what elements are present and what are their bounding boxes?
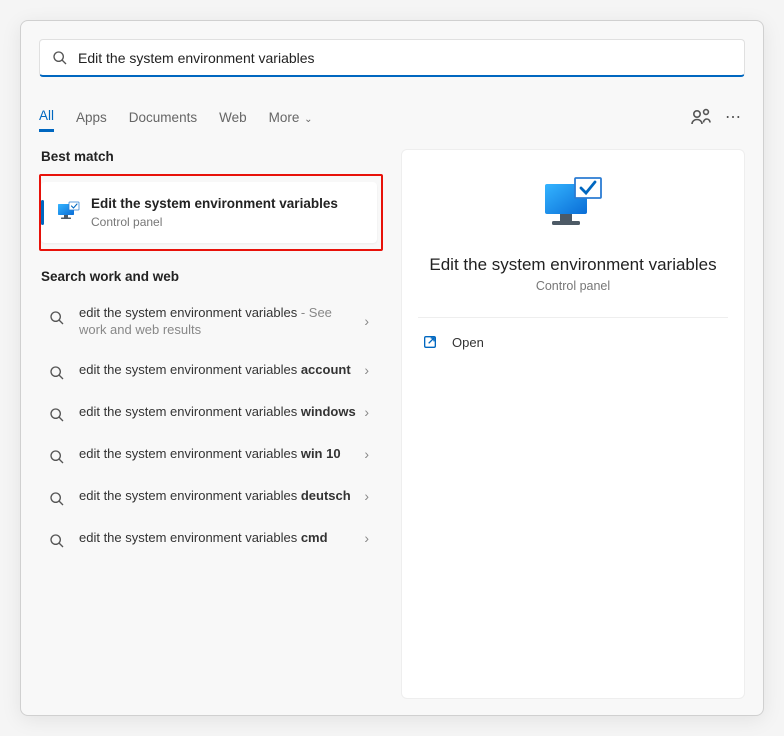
web-result-text: edit the system environment variables wi… — [79, 403, 358, 421]
tab-web[interactable]: Web — [219, 104, 247, 131]
open-action[interactable]: Open — [402, 318, 744, 366]
web-result-3[interactable]: edit the system environment variables wi… — [39, 433, 383, 475]
search-icon — [52, 50, 68, 66]
monitor-check-icon — [57, 201, 81, 223]
web-result-text: edit the system environment variables wi… — [79, 445, 358, 463]
chevron-down-icon: ⌄ — [301, 114, 312, 125]
results-column: Best match Edit the system environment v… — [39, 149, 383, 699]
filter-tabs: All Apps Documents Web More ⌄ ⋯ — [39, 97, 745, 137]
web-section-heading: Search work and web — [39, 269, 383, 284]
search-icon — [49, 361, 65, 381]
chevron-right-icon: › — [358, 313, 375, 329]
tab-documents[interactable]: Documents — [129, 104, 197, 131]
detail-panel: Edit the system environment variables Co… — [401, 149, 745, 699]
search-icon — [49, 445, 65, 465]
search-bar[interactable] — [39, 39, 745, 77]
chevron-right-icon: › — [358, 362, 375, 378]
more-options-icon[interactable]: ⋯ — [721, 105, 745, 129]
best-match-subtitle: Control panel — [91, 215, 338, 229]
web-result-text: edit the system environment variables ac… — [79, 361, 358, 379]
web-result-2[interactable]: edit the system environment variables wi… — [39, 391, 383, 433]
monitor-check-icon-large — [541, 174, 605, 232]
best-match-result[interactable]: Edit the system environment variables Co… — [41, 182, 377, 243]
chevron-right-icon: › — [358, 404, 375, 420]
open-icon — [422, 334, 438, 350]
chevron-right-icon: › — [358, 446, 375, 462]
web-result-text: edit the system environment variables de… — [79, 487, 358, 505]
search-input[interactable] — [78, 50, 732, 66]
tab-apps[interactable]: Apps — [76, 104, 107, 131]
search-icon — [49, 306, 65, 326]
chevron-right-icon: › — [358, 488, 375, 504]
best-match-heading: Best match — [39, 149, 383, 164]
best-match-title: Edit the system environment variables — [91, 196, 338, 213]
search-icon — [49, 487, 65, 507]
open-label: Open — [452, 335, 484, 350]
tab-all[interactable]: All — [39, 102, 54, 132]
web-result-text: edit the system environment variables - … — [79, 304, 358, 339]
org-search-icon[interactable] — [689, 105, 713, 129]
chevron-right-icon: › — [358, 530, 375, 546]
web-result-4[interactable]: edit the system environment variables de… — [39, 475, 383, 517]
tab-more[interactable]: More ⌄ — [269, 104, 313, 131]
search-icon — [49, 529, 65, 549]
web-result-0[interactable]: edit the system environment variables - … — [39, 294, 383, 349]
web-results-list: edit the system environment variables - … — [39, 294, 383, 559]
web-result-5[interactable]: edit the system environment variables cm… — [39, 517, 383, 559]
annotation-highlight: Edit the system environment variables Co… — [39, 174, 383, 251]
search-icon — [49, 403, 65, 423]
web-result-text: edit the system environment variables cm… — [79, 529, 358, 547]
detail-title: Edit the system environment variables — [418, 255, 728, 275]
detail-subtitle: Control panel — [418, 279, 728, 293]
web-result-1[interactable]: edit the system environment variables ac… — [39, 349, 383, 391]
search-window: All Apps Documents Web More ⌄ ⋯ Best mat… — [20, 20, 764, 716]
